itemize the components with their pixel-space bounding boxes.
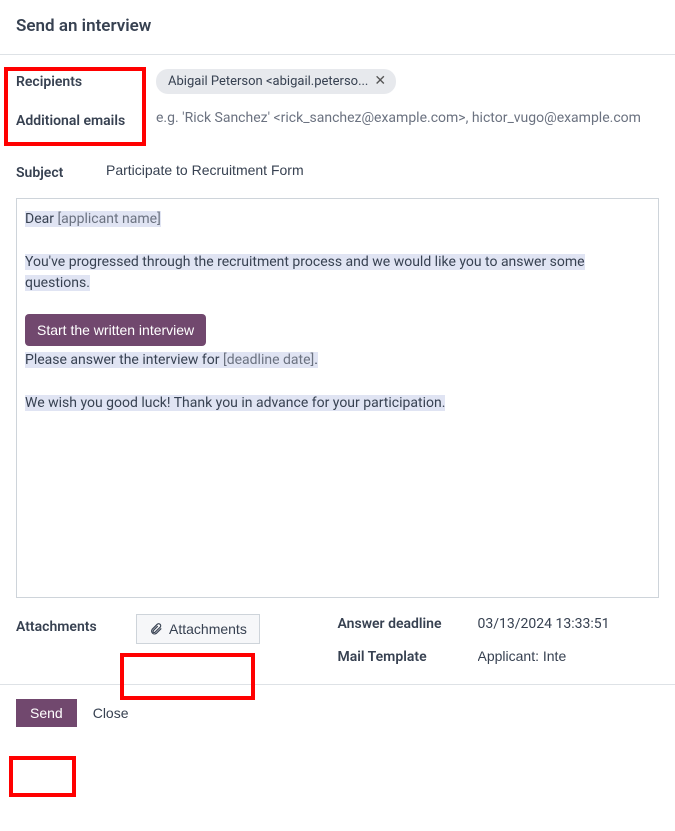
subject-input[interactable] <box>106 160 659 180</box>
recipients-field[interactable]: Abigail Peterson <abigail.peterso... ✕ <box>156 69 659 95</box>
answer-deadline-label: Answer deadline <box>338 614 478 635</box>
answer-deadline-value[interactable]: 03/13/2024 13:33:51 <box>478 614 660 635</box>
recipient-chip[interactable]: Abigail Peterson <abigail.peterso... ✕ <box>156 69 396 95</box>
subject-label: Subject <box>16 160 106 184</box>
paperclip-icon <box>149 622 163 636</box>
body-line5: We wish you good luck! Thank you in adva… <box>25 395 445 411</box>
additional-emails-label: Additional emails <box>16 108 156 132</box>
dialog-title: Send an interview <box>0 0 675 54</box>
close-button[interactable]: Close <box>85 699 137 727</box>
attachments-label: Attachments <box>16 614 136 668</box>
body-line4-variable: [deadline date] <box>223 352 314 368</box>
attachments-button[interactable]: Attachments <box>136 614 260 644</box>
mail-template-label: Mail Template <box>338 647 478 668</box>
recipient-chip-text: Abigail Peterson <abigail.peterso... <box>168 72 368 92</box>
start-interview-button[interactable]: Start the written interview <box>25 314 206 346</box>
body-line4-prefix: Please answer the interview for <box>25 352 223 368</box>
attachments-button-label: Attachments <box>169 621 247 637</box>
body-greeting-prefix: Dear <box>25 211 57 227</box>
additional-emails-input[interactable]: e.g. 'Rick Sanchez' <rick_sanchez@exampl… <box>156 108 659 129</box>
body-line2: You've progressed through the recruitmen… <box>25 254 585 291</box>
recipients-label: Recipients <box>16 69 156 93</box>
body-greeting-variable: [applicant name] <box>57 211 160 227</box>
send-button[interactable]: Send <box>16 699 77 727</box>
body-line4-suffix: . <box>314 352 318 368</box>
annotation-highlight <box>9 756 76 797</box>
mail-template-input[interactable] <box>478 648 568 664</box>
remove-recipient-icon[interactable]: ✕ <box>374 74 386 88</box>
email-body-editor[interactable]: Dear [applicant name] You've progressed … <box>16 198 659 598</box>
